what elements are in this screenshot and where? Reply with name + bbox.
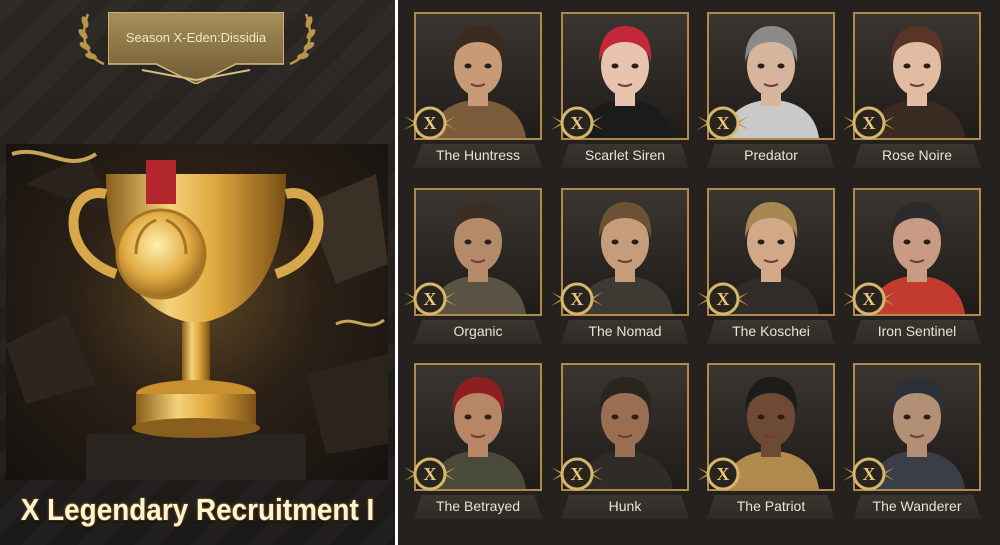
hero-card[interactable]: X The Patriot: [697, 363, 835, 523]
hero-name: Predator: [744, 147, 798, 163]
hero-name: Rose Noire: [881, 147, 953, 163]
hero-card[interactable]: X Rose Noire: [843, 12, 981, 172]
hero-card[interactable]: X The Huntress: [404, 12, 542, 172]
svg-text:X: X: [571, 289, 584, 309]
x-rank-badge-icon: X: [841, 282, 897, 316]
hero-name: Organic: [453, 323, 503, 339]
x-rank-badge-icon: X: [402, 457, 458, 491]
svg-text:X: X: [863, 464, 876, 484]
hero-card[interactable]: X The Betrayed: [404, 363, 542, 523]
laurel-right-icon: [289, 13, 316, 66]
x-rank-badge-icon: X: [549, 282, 605, 316]
svg-text:X: X: [424, 464, 437, 484]
hero-name: Iron Sentinel: [877, 323, 957, 339]
svg-text:X: X: [717, 113, 730, 133]
hero-name: The Patriot: [736, 498, 806, 514]
event-title: X Legendary Recruitment I: [20, 492, 375, 527]
hero-card[interactable]: X Predator: [697, 12, 835, 172]
svg-text:X: X: [424, 289, 437, 309]
hero-name: The Nomad: [588, 323, 662, 339]
svg-text:X: X: [863, 113, 876, 133]
x-rank-badge-icon: X: [841, 457, 897, 491]
svg-text:X: X: [717, 464, 730, 484]
svg-text:X: X: [571, 464, 584, 484]
hero-card[interactable]: X The Wanderer: [843, 363, 981, 523]
hero-card[interactable]: X Hunk: [551, 363, 689, 523]
x-rank-badge-icon: X: [549, 457, 605, 491]
hero-card[interactable]: X Iron Sentinel: [843, 188, 981, 348]
x-rank-badge-icon: X: [841, 106, 897, 140]
trophy-artwork: [6, 144, 388, 480]
season-label: Season X-Eden:Dissidia: [125, 30, 267, 45]
svg-text:X: X: [863, 289, 876, 309]
hero-name: The Huntress: [435, 147, 521, 163]
svg-text:X: X: [571, 113, 584, 133]
hero-name: Hunk: [608, 498, 642, 514]
hero-name: The Wanderer: [872, 498, 962, 514]
laurel-left-icon: [78, 13, 105, 66]
svg-text:X: X: [717, 289, 730, 309]
hero-name: The Betrayed: [435, 498, 521, 514]
x-rank-badge-icon: X: [402, 282, 458, 316]
x-rank-badge-icon: X: [695, 457, 751, 491]
season-banner: Season X-Eden:Dissidia: [107, 11, 285, 85]
svg-text:X: X: [424, 113, 437, 133]
hero-name: The Koschei: [732, 323, 810, 339]
hero-card[interactable]: X Scarlet Siren: [551, 12, 689, 172]
event-panel: Season X-Eden:Dissidia X Legendary Recru…: [0, 0, 395, 545]
x-rank-badge-icon: X: [549, 106, 605, 140]
hero-card[interactable]: X Organic: [404, 188, 542, 348]
x-rank-badge-icon: X: [695, 282, 751, 316]
banner-ribbon-icon: [107, 11, 285, 85]
hero-card[interactable]: X The Nomad: [551, 188, 689, 348]
x-rank-badge-icon: X: [695, 106, 751, 140]
hero-name: Scarlet Siren: [584, 147, 666, 163]
hero-card[interactable]: X The Koschei: [697, 188, 835, 348]
hero-grid: X The Huntress X Scarlet Siren X Predator X Ros…: [398, 0, 1000, 545]
x-rank-badge-icon: X: [402, 106, 458, 140]
